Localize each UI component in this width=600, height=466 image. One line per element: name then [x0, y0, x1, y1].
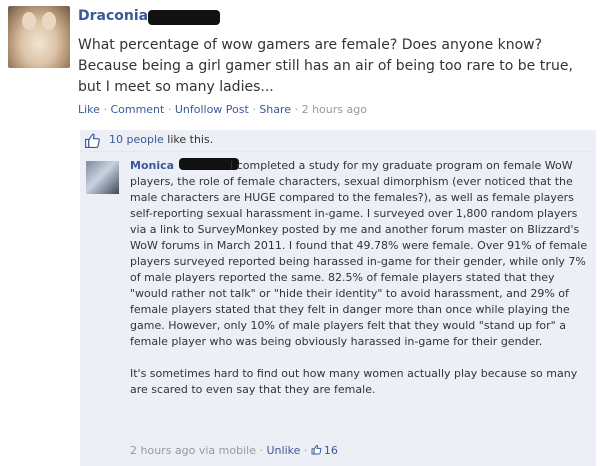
- unfollow-post-link[interactable]: Unfollow Post: [175, 103, 249, 116]
- like-link[interactable]: Like: [78, 103, 100, 116]
- post-timestamp[interactable]: 2 hours ago: [302, 103, 367, 116]
- comment-author-avatar[interactable]: [86, 161, 119, 194]
- unlike-link[interactable]: Unlike: [266, 444, 300, 457]
- separator: ·: [103, 103, 107, 116]
- separator: ·: [252, 103, 256, 116]
- share-link[interactable]: Share: [259, 103, 291, 116]
- thumbs-up-icon: [85, 133, 100, 148]
- post-author-avatar[interactable]: [8, 6, 70, 68]
- comment-paragraph: Monica I completed a study for my gradua…: [130, 158, 588, 350]
- like-count-value: 16: [323, 444, 338, 457]
- separator: ·: [303, 444, 308, 457]
- comment: Monica I completed a study for my gradua…: [80, 152, 596, 466]
- post-actions: Like · Comment · Unfollow Post · Share ·…: [78, 103, 367, 116]
- separator: ·: [294, 103, 299, 116]
- avatar-ear: [22, 12, 36, 30]
- post-author-name[interactable]: Draconia: [78, 8, 148, 24]
- post-text: What percentage of wow gamers are female…: [78, 37, 573, 95]
- likes-suffix: like this.: [163, 133, 214, 146]
- separator: ·: [259, 444, 263, 457]
- comment-body: Monica I completed a study for my gradua…: [130, 158, 588, 398]
- comment-author-name[interactable]: Monica: [130, 159, 174, 172]
- comment-text-2: It's sometimes hard to find out how many…: [130, 367, 578, 396]
- redaction-mark: [148, 10, 220, 25]
- comment-meta: 2 hours ago via mobile · Unlike · 16: [130, 444, 338, 457]
- likes-count-link[interactable]: 10 people: [109, 133, 164, 146]
- comment-like-count[interactable]: 16: [311, 444, 338, 457]
- likes-text: 10 people like this.: [109, 133, 213, 146]
- thumbs-up-icon: [311, 444, 322, 455]
- comment-link[interactable]: Comment: [110, 103, 164, 116]
- separator: ·: [167, 103, 172, 116]
- comment-text: I completed a study for my graduate prog…: [130, 159, 588, 348]
- avatar-ear: [42, 12, 56, 30]
- likes-summary: 10 people like this.: [80, 130, 596, 152]
- comment-timestamp[interactable]: 2 hours ago via mobile: [130, 444, 256, 457]
